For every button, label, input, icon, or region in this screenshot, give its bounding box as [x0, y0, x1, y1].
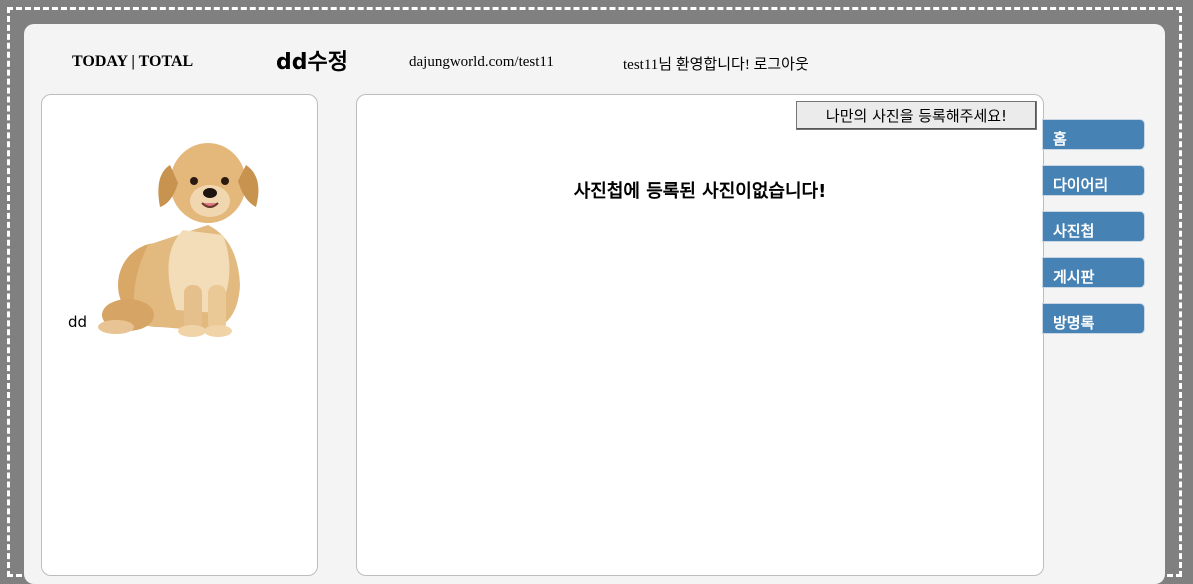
tab-guestbook[interactable]: 방명록 [1043, 304, 1144, 333]
tab-home[interactable]: 홈 [1043, 120, 1144, 149]
profile-name: dd [68, 313, 88, 331]
site-url: dajungworld.com/test11 [409, 54, 554, 70]
visitor-counter: TODAY | TOTAL [72, 53, 194, 70]
logout-link[interactable]: 로그아웃 [754, 57, 809, 73]
photo-album-panel: 나만의 사진을 등록해주세요! 사진첩에 등록된 사진이없습니다! [356, 94, 1044, 576]
profile-card: dd [41, 94, 318, 576]
welcome-area: test11님 환영합니다! 로그아웃 [623, 53, 809, 74]
upload-photo-button[interactable]: 나만의 사진을 등록해주세요! [796, 101, 1037, 130]
tab-board[interactable]: 게시판 [1043, 258, 1144, 287]
tab-diary[interactable]: 다이어리 [1043, 166, 1144, 195]
welcome-text: test11님 환영합니다! [623, 57, 750, 73]
site-title: dd수정 [276, 50, 348, 75]
profile-image [98, 143, 259, 337]
tab-photo-album[interactable]: 사진첩 [1043, 212, 1144, 241]
empty-album-message: 사진첩에 등록된 사진이없습니다! [573, 181, 827, 202]
